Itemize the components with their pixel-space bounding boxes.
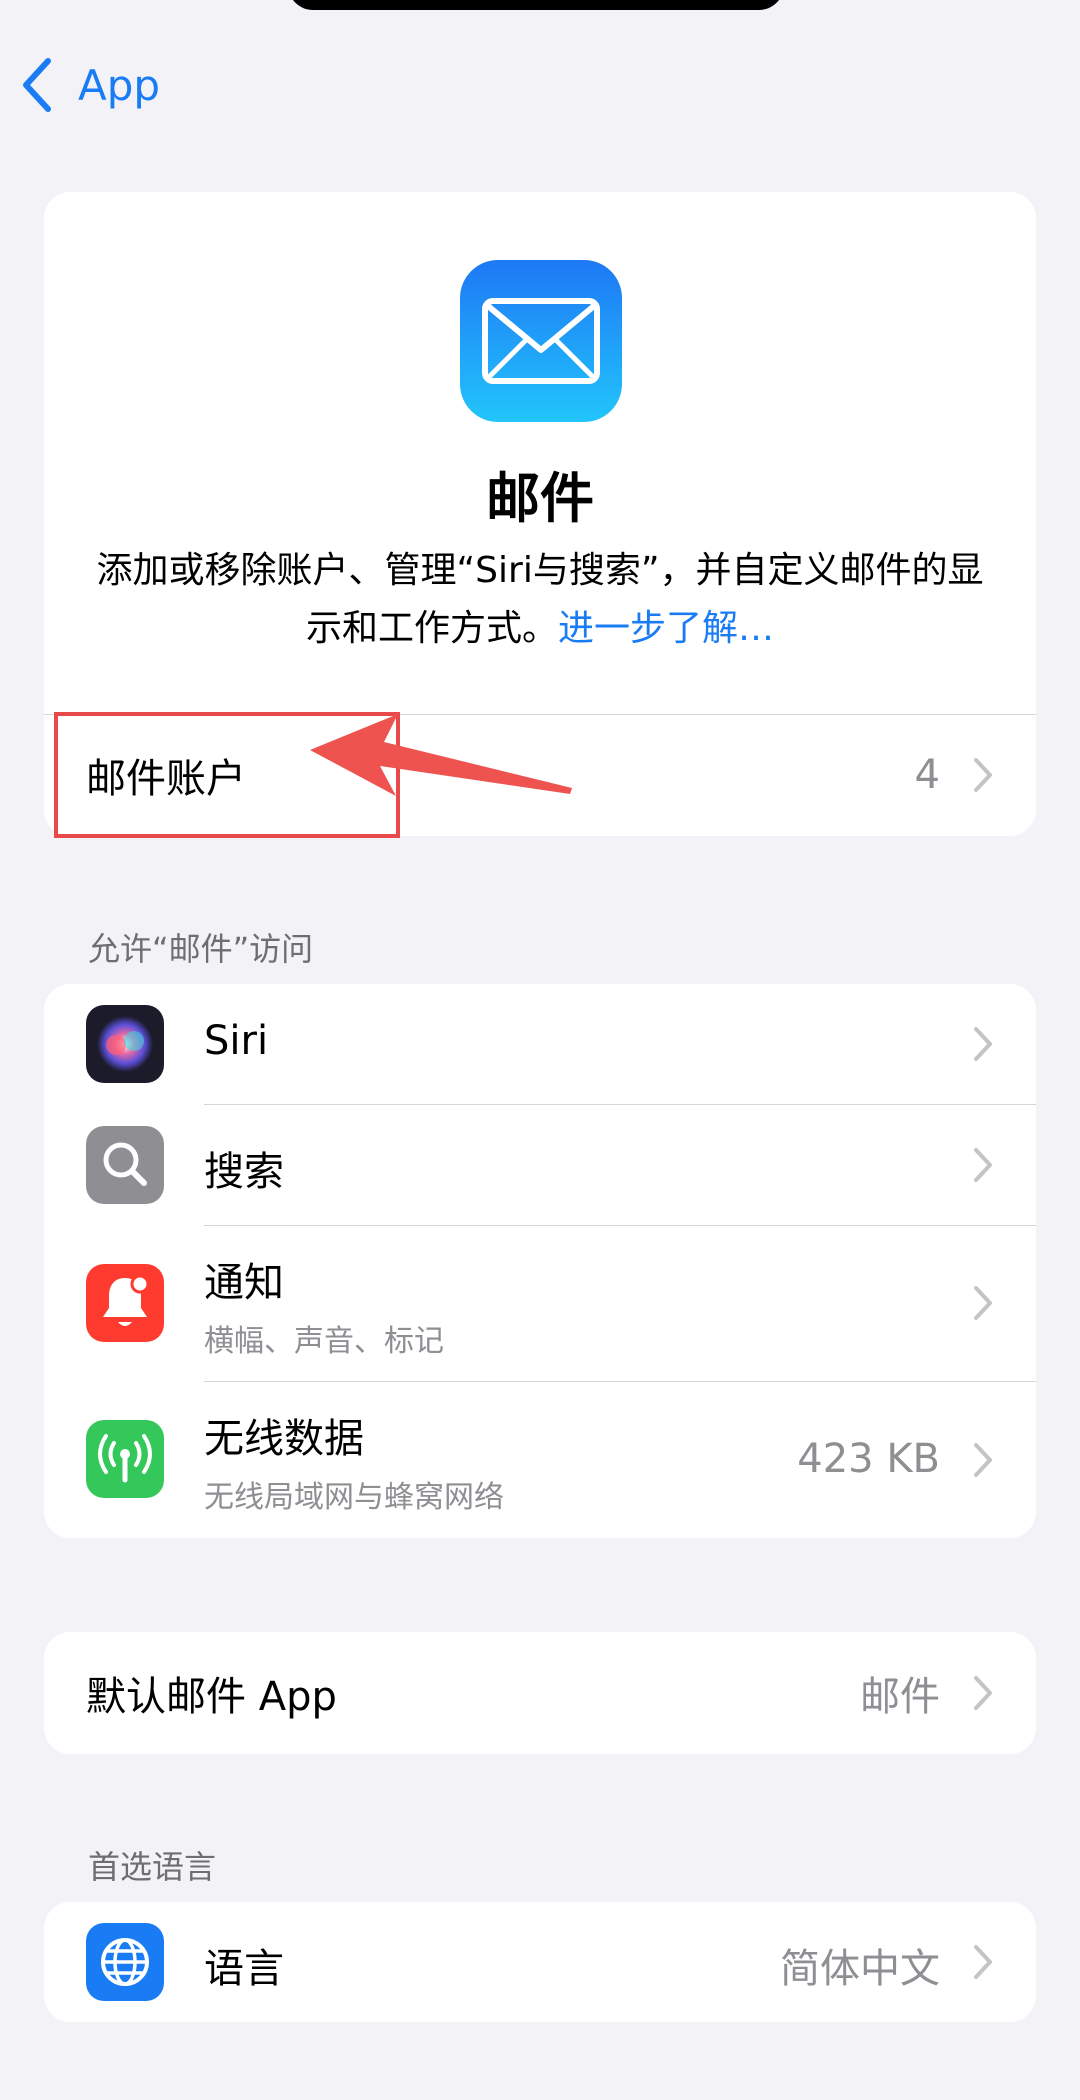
default-mail-app-row[interactable]: 默认邮件 App 邮件 [44, 1632, 1036, 1754]
language-card: 语言 简体中文 [44, 1902, 1036, 2022]
globe-icon [86, 1923, 164, 2001]
wireless-data-icon [86, 1420, 164, 1498]
chevron-right-icon [974, 1148, 992, 1182]
chevron-right-icon [974, 1027, 992, 1061]
chevron-right-icon [974, 1945, 992, 1979]
siri-label: Siri [204, 1018, 269, 1064]
chevron-right-icon [974, 758, 992, 792]
notifications-label: 通知 [204, 1260, 284, 1306]
search-row[interactable]: 搜索 [44, 1105, 1036, 1225]
default-mail-app-label: 默认邮件 App [86, 1674, 337, 1720]
chevron-right-icon [974, 1676, 992, 1710]
siri-row[interactable]: Siri [44, 984, 1036, 1104]
notifications-subtitle: 横幅、声音、标记 [204, 1324, 444, 1359]
back-label: App [78, 60, 161, 110]
mail-envelope-icon [460, 260, 622, 422]
learn-more-link[interactable]: 进一步了解… [558, 608, 774, 649]
language-value: 简体中文 [780, 1946, 940, 1992]
description-text: 添加或移除账户、管理“Siri与搜索”，并自定义邮件的显示和工作方式。 [96, 550, 984, 649]
chevron-right-icon [974, 1443, 992, 1477]
language-label: 语言 [204, 1946, 284, 1992]
mail-accounts-count: 4 [914, 752, 940, 798]
access-section-header: 允许“邮件”访问 [88, 930, 314, 968]
notifications-row[interactable]: 通知 横幅、声音、标记 [44, 1226, 1036, 1381]
language-row[interactable]: 语言 简体中文 [44, 1902, 1036, 2022]
chevron-right-icon [974, 1286, 992, 1320]
default-mail-app-card: 默认邮件 App 邮件 [44, 1632, 1036, 1754]
access-list: Siri 搜索 通知 横幅、声音、标记 无线数据 无线局域网与蜂窝网络 423 … [44, 984, 1036, 1538]
siri-icon [86, 1005, 164, 1083]
dynamic-island [288, 0, 784, 10]
language-section-header: 首选语言 [88, 1848, 217, 1886]
app-description: 添加或移除账户、管理“Siri与搜索”，并自定义邮件的显示和工作方式。进一步了解… [94, 542, 986, 658]
notification-bell-icon [86, 1264, 164, 1342]
chevron-left-icon [23, 58, 51, 112]
search-label: 搜索 [204, 1149, 284, 1195]
page-title: 邮件 [486, 467, 594, 530]
wireless-data-subtitle: 无线局域网与蜂窝网络 [204, 1480, 504, 1515]
wireless-data-row[interactable]: 无线数据 无线局域网与蜂窝网络 423 KB [44, 1382, 1036, 1538]
search-icon [86, 1126, 164, 1204]
wireless-data-label: 无线数据 [204, 1416, 364, 1462]
back-button[interactable]: App [20, 52, 160, 118]
wireless-data-usage: 423 KB [797, 1436, 940, 1482]
default-mail-app-value: 邮件 [860, 1674, 940, 1720]
annotation-arrow-icon [310, 714, 572, 796]
